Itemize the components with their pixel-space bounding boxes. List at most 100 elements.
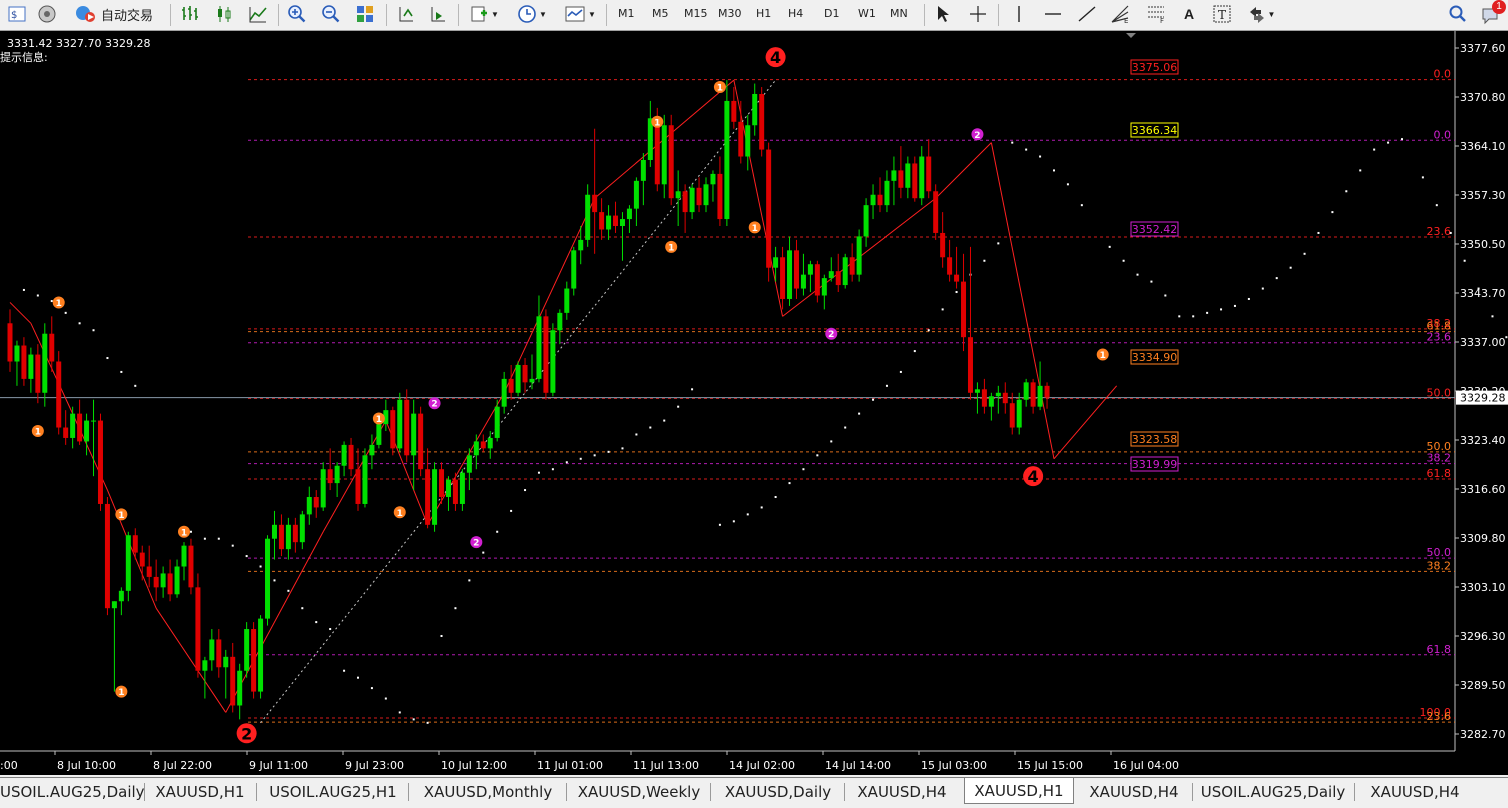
arrows-tool-button[interactable]: ▼ xyxy=(1244,3,1278,25)
line-chart-icon[interactable] xyxy=(246,3,270,25)
candle-body xyxy=(348,444,354,470)
candle-body xyxy=(640,159,646,181)
text-tool-icon[interactable]: A xyxy=(1178,3,1200,25)
wave-marker-label: 2 xyxy=(828,330,834,340)
search-icon[interactable] xyxy=(1446,3,1470,25)
price-box: 3375.06 xyxy=(1130,59,1179,75)
vertical-line-icon[interactable] xyxy=(1008,3,1030,25)
chevron-down-icon: ▼ xyxy=(491,9,499,19)
sar-dot xyxy=(1289,266,1292,269)
sar-dot xyxy=(370,687,373,690)
candle-body xyxy=(251,629,257,692)
svg-text:E: E xyxy=(1124,17,1128,24)
time-tick-label: 11 Jul 13:00 xyxy=(633,759,699,772)
chart-tab[interactable]: USOIL.AUG25,Daily xyxy=(1196,781,1350,803)
horizontal-line-icon[interactable] xyxy=(1042,3,1064,25)
timeframe-w1[interactable]: W1 xyxy=(858,7,876,20)
candle-body xyxy=(418,413,424,470)
text-label-icon[interactable]: T xyxy=(1210,3,1234,25)
sar-dot xyxy=(1247,297,1250,300)
templates-button[interactable]: ▼ xyxy=(560,3,600,25)
candle-body xyxy=(599,212,605,230)
timeframe-m1[interactable]: M1 xyxy=(618,7,635,20)
chart-tab[interactable]: XAUUSD,H1 xyxy=(148,781,252,803)
chart-tab[interactable]: XAUUSD,H1 xyxy=(964,778,1074,804)
chart-shift-icon[interactable] xyxy=(394,3,418,25)
sar-dot xyxy=(1053,169,1055,172)
candle-body xyxy=(376,424,382,445)
periods-button[interactable]: ▼ xyxy=(512,3,552,25)
bar-chart-icon[interactable] xyxy=(178,3,202,25)
candle-body xyxy=(91,420,97,422)
sar-dot xyxy=(885,384,888,387)
candle-body xyxy=(494,406,500,438)
timeframe-m15[interactable]: M15 xyxy=(684,7,708,20)
chart-tab[interactable]: USOIL.AUG25,Daily xyxy=(0,781,145,803)
svg-text:T: T xyxy=(1218,8,1226,22)
candle-body xyxy=(230,656,236,706)
trend-line-icon[interactable] xyxy=(1076,3,1098,25)
fibonacci-levels-icon[interactable]: F xyxy=(1144,3,1170,25)
candle-body xyxy=(800,274,806,289)
timeframe-d1[interactable]: D1 xyxy=(824,7,839,20)
candle-body xyxy=(1002,392,1008,404)
fibonacci-fan-icon[interactable]: E xyxy=(1108,3,1134,25)
crosshair-icon[interactable] xyxy=(966,3,990,25)
market-watch-icon[interactable]: $ xyxy=(4,3,30,25)
sar-dot xyxy=(635,433,638,436)
timeframe-m30[interactable]: M30 xyxy=(718,7,742,20)
cursor-icon[interactable] xyxy=(932,3,954,25)
chart-tab[interactable]: XAUUSD,H4 xyxy=(1360,781,1470,803)
chart-window[interactable]: 0.0 0.0 23.6 38.2 61.8 23.6 50.0 50.0 38.2 61.8 50… xyxy=(0,31,1508,775)
notifications-button[interactable]: 1 xyxy=(1478,0,1506,25)
zoom-in-icon[interactable] xyxy=(284,3,310,25)
wave-marker-label: 1 xyxy=(118,511,124,521)
chart-tab[interactable]: XAUUSD,Daily xyxy=(716,781,840,803)
timeframe-mn[interactable]: MN xyxy=(890,7,908,20)
fib-level-label: 61.8 xyxy=(1427,643,1452,656)
tab-separator xyxy=(408,783,409,801)
candle-body xyxy=(835,271,841,286)
candle-body xyxy=(682,191,688,213)
tab-separator xyxy=(710,783,711,801)
timeframe-h1[interactable]: H1 xyxy=(756,7,771,20)
indicators-icon xyxy=(471,6,488,22)
candle-body xyxy=(759,93,765,150)
chart-tab[interactable]: USOIL.AUG25,H1 xyxy=(262,781,404,803)
candle-body xyxy=(508,378,514,393)
signals-icon[interactable] xyxy=(34,3,60,25)
sar-dot xyxy=(1275,277,1278,280)
chart-tab[interactable]: XAUUSD,Monthly xyxy=(414,781,562,803)
chart-tab[interactable]: XAUUSD,H4 xyxy=(1080,781,1188,803)
arrows-icon xyxy=(1249,7,1264,23)
timeframe-h4[interactable]: H4 xyxy=(788,7,803,20)
sar-dot xyxy=(50,300,53,303)
indicators-button[interactable]: ▼ xyxy=(466,3,502,25)
chart-tab[interactable]: XAUUSD,Weekly xyxy=(572,781,706,803)
candle-body xyxy=(466,455,472,473)
sar-dot xyxy=(1206,311,1209,314)
tile-windows-icon[interactable] xyxy=(352,3,378,25)
sar-dot xyxy=(203,537,206,540)
zoom-out-icon[interactable] xyxy=(318,3,344,25)
sar-dot xyxy=(983,259,986,262)
candle-body xyxy=(912,163,918,199)
autoscroll-icon[interactable] xyxy=(426,3,450,25)
candle-body xyxy=(181,545,187,567)
chart-tab[interactable]: XAUUSD,H4 xyxy=(848,781,956,803)
candle-body xyxy=(557,312,563,331)
price-boxes: 3375.06 3366.34 3352.42 3334.90 3323.58 3319.… xyxy=(1130,59,1179,472)
candle-body xyxy=(766,149,772,268)
candle-body xyxy=(125,535,131,591)
wave-marker-label: 1 xyxy=(56,299,62,309)
candle-body xyxy=(487,437,493,449)
candlestick-chart-icon[interactable] xyxy=(212,3,236,25)
sar-dot xyxy=(844,426,847,429)
auto-trading-button[interactable]: 自动交易 xyxy=(66,3,162,25)
sar-dot xyxy=(106,357,109,360)
fib-level-label: 23.6 xyxy=(1427,225,1452,238)
sar-dot xyxy=(1150,280,1153,283)
wave-marker-label: 1 xyxy=(35,427,41,437)
timeframe-m5[interactable]: M5 xyxy=(652,7,669,20)
price-chart[interactable]: 0.00.023.638.261.823.650.050.038.261.850… xyxy=(0,31,1508,775)
